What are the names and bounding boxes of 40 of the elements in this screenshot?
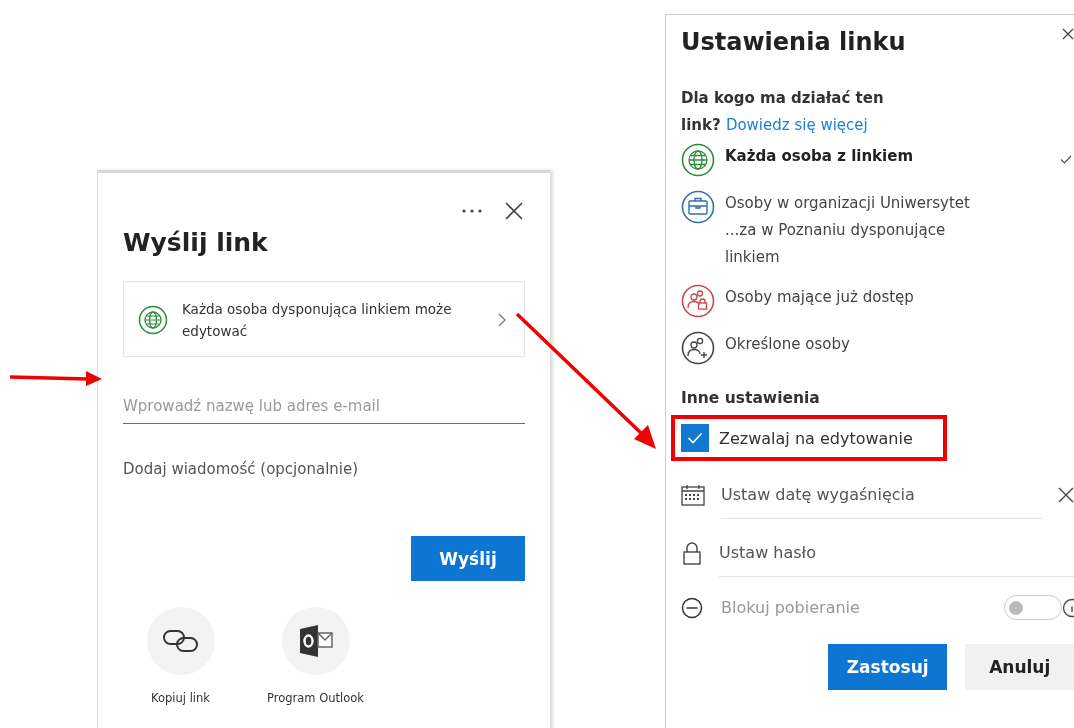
audience-option[interactable]: Osoby mające już dostęp — [681, 284, 1074, 318]
clear-icon[interactable] — [1058, 487, 1074, 503]
audience-label: Osoby mające już dostęp — [725, 287, 915, 308]
audience-option[interactable]: Określone osoby — [681, 331, 1074, 365]
info-icon[interactable] — [1062, 597, 1074, 618]
more-icon[interactable] — [461, 208, 483, 214]
audience-label: Każda osoba z linkiem — [725, 146, 914, 167]
audience-label: Osoby w organizacji Uniwersytet ...za w Poznaniu dysponujące linkiem — [725, 193, 971, 268]
question-text: Dla kogo ma działać ten link? Dowiedz się więcej — [681, 88, 885, 136]
calendar-icon — [681, 484, 705, 506]
permission-button[interactable]: Każda osoba dysponująca linkiem może edytować — [123, 281, 525, 357]
panel-title: Ustawienia linku — [681, 28, 906, 56]
chevron-right-icon — [498, 313, 506, 327]
block-icon — [681, 596, 703, 619]
close-icon[interactable] — [505, 202, 523, 220]
lock-icon — [681, 541, 703, 565]
dialog-title: Wyślij link — [123, 228, 269, 257]
learn-more-link[interactable]: Dowiedz się więcej — [725, 116, 868, 134]
section-heading: Inne ustawienia — [681, 389, 821, 407]
audience-label: Określone osoby — [725, 334, 851, 355]
mail-app-icon — [297, 624, 334, 658]
briefcase-icon — [681, 190, 715, 224]
checkmark-icon — [1060, 155, 1072, 164]
share-option-label: Kopiuj link — [151, 691, 210, 705]
close-icon[interactable] — [1062, 28, 1074, 40]
checkbox[interactable] — [681, 424, 709, 452]
people-add-icon — [681, 331, 715, 365]
apply-button[interactable]: Zastosuj — [828, 644, 948, 690]
share-option-label: Program Outlook — [267, 691, 364, 705]
globe-icon — [681, 143, 715, 177]
people-lock-icon — [681, 284, 715, 318]
block-download-label: Blokuj pobieranie — [721, 598, 861, 617]
globe-icon — [138, 305, 168, 335]
cancel-button[interactable]: Anuluj — [965, 644, 1074, 690]
audience-option[interactable]: Osoby w organizacji Uniwersytet ...za w Poznaniu dysponujące linkiem — [681, 190, 1074, 271]
audience-option[interactable]: Każda osoba z linkiem — [681, 143, 1074, 177]
send-button[interactable]: Wyślij — [411, 536, 525, 581]
checkmark-icon — [687, 432, 703, 444]
allow-editing-checkbox[interactable]: Zezwalaj na edytowanie — [681, 424, 937, 452]
link-icon — [161, 629, 200, 653]
